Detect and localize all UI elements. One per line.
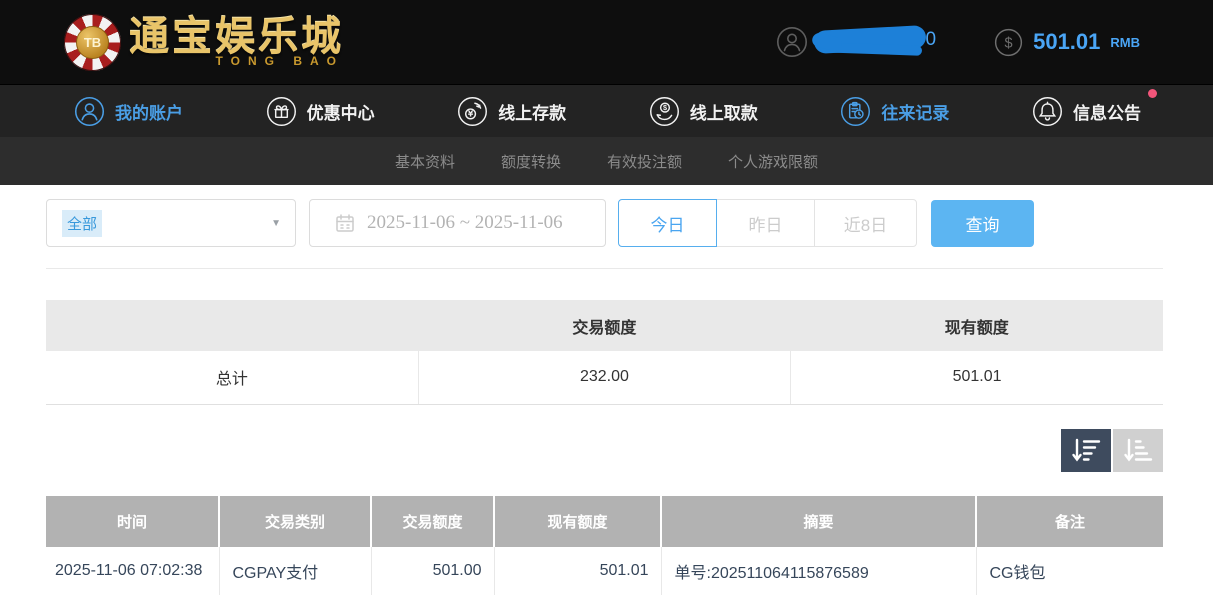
nav-item-promotions[interactable]: 优惠中心 [266, 96, 375, 127]
type-dropdown[interactable]: 全部 ▼ [46, 199, 296, 247]
summary-header-current-amount: 现有额度 [791, 300, 1163, 351]
user-icon [74, 96, 105, 127]
cell-summary: 单号:202511064115876589 [661, 547, 976, 595]
chip-monogram: TB [76, 26, 109, 59]
filter-row: 全部 ▼ 2025-11-06 ~ 2025-11-06 今日 昨日 近8日 查… [46, 199, 1163, 247]
nav-item-withdraw[interactable]: $ 线上取款 [649, 96, 758, 127]
user-avatar-icon [776, 26, 808, 58]
nav-label: 往来记录 [881, 99, 949, 124]
subnav: 基本资料 额度转换 有效投注额 个人游戏限额 [0, 137, 1213, 185]
sort-ascending-icon [1121, 437, 1155, 464]
logo-title: 通宝娱乐城 [129, 16, 344, 58]
dropdown-selected-value: 全部 [62, 210, 102, 237]
deposit-icon: ¥ [457, 96, 488, 127]
subnav-item-game-limits[interactable]: 个人游戏限额 [728, 151, 818, 172]
nav-label: 信息公告 [1073, 99, 1141, 124]
withdraw-icon: $ [649, 96, 680, 127]
summary-header-transaction-amount: 交易额度 [418, 300, 790, 351]
nav-label: 优惠中心 [307, 99, 375, 124]
summary-current-amount: 501.01 [791, 351, 1163, 404]
balance-currency: RMB [1110, 35, 1140, 50]
cell-current-amount: 501.01 [494, 547, 661, 595]
main-nav: 我的账户 优惠中心 ¥ 线上存款 $ 线上取款 [0, 84, 1213, 137]
last-8-days-button[interactable]: 近8日 [814, 199, 917, 247]
summary-header-row: 交易额度 现有额度 [46, 300, 1163, 351]
balance-display[interactable]: $ 501.01 RMB [994, 28, 1140, 57]
nav-item-announcements[interactable]: 信息公告 [1032, 96, 1141, 127]
balance-amount: 501.01 [1033, 29, 1100, 55]
nav-label: 我的账户 [115, 99, 183, 124]
sort-descending-button[interactable] [1061, 429, 1111, 472]
bell-icon [1032, 96, 1063, 127]
transaction-row: 2025-11-06 07:02:38 CGPAY支付 501.00 501.0… [46, 547, 1163, 595]
nav-item-records[interactable]: 往来记录 [840, 96, 949, 127]
search-button[interactable]: 查询 [931, 200, 1034, 247]
col-header-transaction-amount: 交易额度 [371, 496, 494, 547]
logo-subtitle: TONG BAO [216, 54, 344, 68]
yesterday-button[interactable]: 昨日 [716, 199, 815, 247]
site-logo[interactable]: TB 通宝娱乐城 TONG BAO [64, 14, 344, 71]
sort-controls [46, 429, 1163, 472]
logo-text: 通宝娱乐城 TONG BAO [129, 16, 344, 68]
summary-header-empty [46, 300, 418, 351]
account-section[interactable]: 0 [776, 25, 936, 59]
section-divider [46, 268, 1163, 269]
poker-chip-icon: TB [64, 14, 121, 71]
summary-table: 交易额度 现有额度 总计 232.00 501.01 [46, 300, 1163, 405]
cell-remarks: CG钱包 [976, 547, 1163, 595]
summary-transaction-amount: 232.00 [418, 351, 790, 404]
redacted-username: 0 [814, 25, 936, 59]
nav-item-my-account[interactable]: 我的账户 [74, 96, 183, 127]
svg-text:$: $ [663, 103, 667, 112]
cell-transaction-amount: 501.00 [371, 547, 494, 595]
calendar-icon [335, 213, 355, 233]
records-icon [840, 96, 871, 127]
sort-descending-icon [1069, 437, 1103, 464]
subnav-item-valid-bets[interactable]: 有效投注额 [607, 151, 682, 172]
col-header-summary: 摘要 [661, 496, 976, 547]
nav-label: 线上取款 [690, 99, 758, 124]
transactions-header-row: 时间 交易类别 交易额度 现有额度 摘要 备注 [46, 496, 1163, 547]
content-area: 全部 ▼ 2025-11-06 ~ 2025-11-06 今日 昨日 近8日 查… [0, 185, 1213, 595]
summary-total-row: 总计 232.00 501.01 [46, 351, 1163, 404]
col-header-time: 时间 [46, 496, 219, 547]
summary-total-label: 总计 [46, 351, 418, 404]
cell-time: 2025-11-06 07:02:38 [46, 547, 219, 595]
date-range-value: 2025-11-06 ~ 2025-11-06 [367, 212, 563, 234]
svg-text:¥: ¥ [468, 109, 474, 118]
transactions-table: 时间 交易类别 交易额度 现有额度 摘要 备注 2025-11-06 07:02… [46, 496, 1163, 595]
nav-label: 线上存款 [498, 99, 566, 124]
subnav-item-credit-transfer[interactable]: 额度转换 [501, 151, 561, 172]
today-button[interactable]: 今日 [618, 199, 717, 247]
col-header-remarks: 备注 [976, 496, 1163, 547]
username-visible-char: 0 [926, 29, 937, 51]
dollar-icon: $ [994, 28, 1023, 57]
date-range-input[interactable]: 2025-11-06 ~ 2025-11-06 [309, 199, 606, 247]
gift-icon [266, 96, 297, 127]
header-right: 0 $ 501.01 RMB [776, 25, 1140, 59]
chevron-down-icon: ▼ [271, 218, 281, 229]
subnav-item-basic-info[interactable]: 基本资料 [395, 151, 455, 172]
nav-item-deposit[interactable]: ¥ 线上存款 [457, 96, 566, 127]
cell-transaction-type: CGPAY支付 [219, 547, 371, 595]
top-header: TB 通宝娱乐城 TONG BAO 0 $ 501.01 RMB [0, 0, 1213, 84]
svg-text:$: $ [1005, 35, 1013, 51]
sort-ascending-button[interactable] [1113, 429, 1163, 472]
notification-dot [1148, 89, 1157, 98]
col-header-current-amount: 现有额度 [494, 496, 661, 547]
quick-date-buttons: 今日 昨日 近8日 [618, 199, 917, 247]
col-header-transaction-type: 交易类别 [219, 496, 371, 547]
